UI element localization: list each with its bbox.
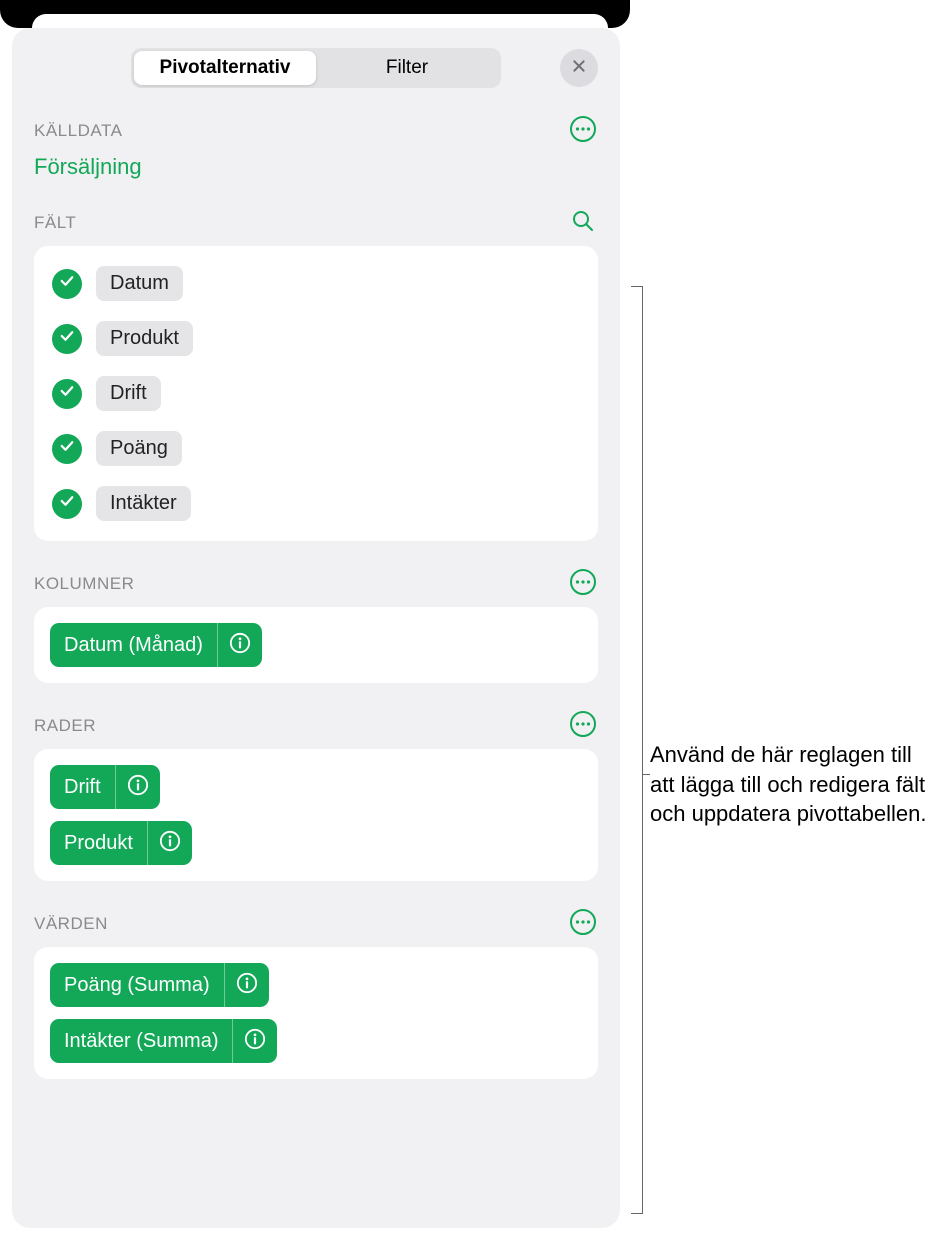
tab-label: Pivotalternativ	[160, 57, 291, 79]
field-chip[interactable]: Drift	[96, 376, 161, 411]
pill-info-button[interactable]	[116, 765, 160, 809]
section-header-rows: RADER	[34, 711, 598, 741]
check-icon	[58, 437, 76, 460]
row-field-pill[interactable]: Produkt	[50, 821, 192, 865]
field-checkbox[interactable]	[52, 269, 82, 299]
pill-label: Poäng (Summa)	[50, 963, 224, 1007]
tab-filter[interactable]: Filter	[316, 51, 498, 85]
pill-row: Datum (Månad)	[48, 617, 584, 673]
segmented-control: Pivotalternativ Filter	[131, 48, 501, 88]
pill-row: Poäng (Summa)	[48, 957, 584, 1013]
field-checkbox[interactable]	[52, 379, 82, 409]
field-chip[interactable]: Intäkter	[96, 486, 191, 521]
pivot-options-panel: Pivotalternativ Filter KÄLLDATA Försäljn…	[12, 28, 620, 1228]
info-icon	[229, 632, 251, 659]
check-icon	[58, 327, 76, 350]
values-card: Poäng (Summa) Intäkter (Summa)	[34, 947, 598, 1079]
close-button[interactable]	[560, 49, 598, 87]
field-chip[interactable]: Datum	[96, 266, 183, 301]
pill-label: Produkt	[50, 821, 147, 865]
more-icon	[569, 710, 597, 743]
info-icon	[244, 1028, 266, 1055]
field-row[interactable]: Datum	[48, 256, 584, 311]
pill-label: Drift	[50, 765, 115, 809]
rows-more-button[interactable]	[568, 711, 598, 741]
more-icon	[569, 568, 597, 601]
search-icon	[571, 209, 595, 238]
field-checkbox[interactable]	[52, 489, 82, 519]
pill-info-button[interactable]	[225, 963, 269, 1007]
field-label: Produkt	[110, 327, 179, 349]
values-more-button[interactable]	[568, 909, 598, 939]
section-header-source: KÄLLDATA	[34, 116, 598, 146]
section-label: VÄRDEN	[34, 914, 108, 934]
columns-section: KOLUMNER Datum (Månad)	[12, 569, 620, 683]
tab-pivot-options[interactable]: Pivotalternativ	[134, 51, 316, 85]
callout-tick	[643, 774, 650, 775]
check-icon	[58, 382, 76, 405]
value-field-pill[interactable]: Poäng (Summa)	[50, 963, 269, 1007]
pill-row: Drift	[48, 759, 584, 815]
check-icon	[58, 492, 76, 515]
section-label: RADER	[34, 716, 96, 736]
pill-label: Datum (Månad)	[50, 623, 217, 667]
value-field-pill[interactable]: Intäkter (Summa)	[50, 1019, 277, 1063]
source-section: KÄLLDATA Försäljning	[12, 116, 620, 180]
section-header-columns: KOLUMNER	[34, 569, 598, 599]
row-field-pill[interactable]: Drift	[50, 765, 160, 809]
rows-section: RADER Drift Produkt	[12, 711, 620, 881]
field-row[interactable]: Poäng	[48, 421, 584, 476]
field-chip[interactable]: Poäng	[96, 431, 182, 466]
section-label: KOLUMNER	[34, 574, 134, 594]
fields-section: FÄLT Datum Produkt	[12, 208, 620, 541]
source-data-name[interactable]: Försäljning	[34, 154, 598, 180]
field-label: Intäkter	[110, 492, 177, 514]
pill-row: Produkt	[48, 815, 584, 871]
field-row[interactable]: Intäkter	[48, 476, 584, 531]
field-label: Drift	[110, 382, 147, 404]
tab-label: Filter	[386, 57, 428, 79]
field-label: Poäng	[110, 437, 168, 459]
field-row[interactable]: Drift	[48, 366, 584, 421]
field-checkbox[interactable]	[52, 434, 82, 464]
pill-info-button[interactable]	[233, 1019, 277, 1063]
columns-more-button[interactable]	[568, 569, 598, 599]
section-header-fields: FÄLT	[34, 208, 598, 238]
more-icon	[569, 908, 597, 941]
section-header-values: VÄRDEN	[34, 909, 598, 939]
pill-row: Intäkter (Summa)	[48, 1013, 584, 1069]
panel-header: Pivotalternativ Filter	[12, 48, 620, 88]
more-icon	[569, 115, 597, 148]
columns-card: Datum (Månad)	[34, 607, 598, 683]
close-icon	[571, 58, 587, 79]
pill-info-button[interactable]	[218, 623, 262, 667]
section-label: FÄLT	[34, 213, 76, 233]
callout-bracket	[629, 286, 643, 1214]
rows-card: Drift Produkt	[34, 749, 598, 881]
fields-search-button[interactable]	[568, 208, 598, 238]
field-row[interactable]: Produkt	[48, 311, 584, 366]
field-label: Datum	[110, 272, 169, 294]
pill-info-button[interactable]	[148, 821, 192, 865]
callout-text: Använd de här reglagen till att lägga ti…	[650, 740, 940, 829]
fields-list-card: Datum Produkt Drift Poäng	[34, 246, 598, 541]
pill-label: Intäkter (Summa)	[50, 1019, 232, 1063]
field-checkbox[interactable]	[52, 324, 82, 354]
field-chip[interactable]: Produkt	[96, 321, 193, 356]
info-icon	[159, 830, 181, 857]
values-section: VÄRDEN Poäng (Summa) Intäkter (Su	[12, 909, 620, 1079]
section-label: KÄLLDATA	[34, 121, 122, 141]
check-icon	[58, 272, 76, 295]
info-icon	[127, 774, 149, 801]
info-icon	[236, 972, 258, 999]
source-more-button[interactable]	[568, 116, 598, 146]
column-field-pill[interactable]: Datum (Månad)	[50, 623, 262, 667]
